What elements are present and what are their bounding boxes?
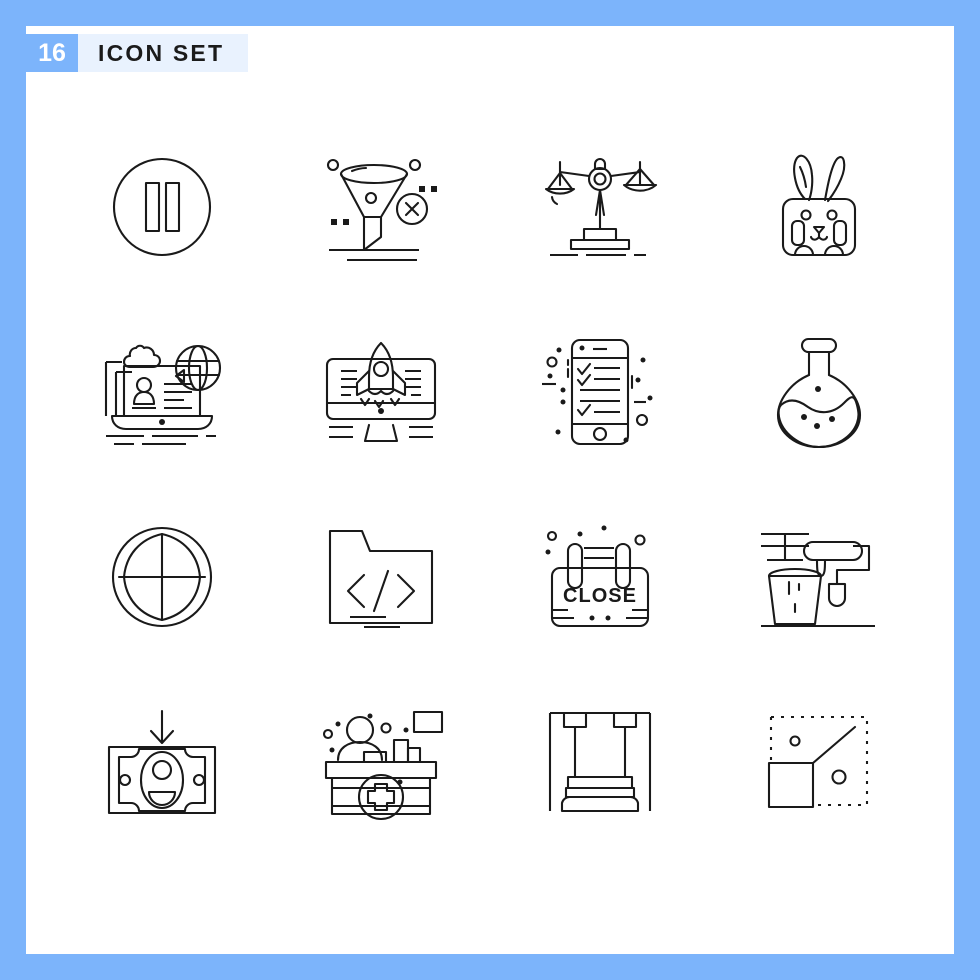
rabbit-icon (781, 154, 856, 256)
icon-cell-online-learning[interactable] (52, 299, 271, 484)
scale-resize-icon (767, 715, 868, 808)
icon-cell-code-folder[interactable] (271, 484, 490, 669)
globe-grid-icon (111, 526, 212, 627)
icon-cell-rabbit[interactable] (709, 114, 928, 299)
icon-cell-funnel-remove[interactable] (271, 114, 490, 299)
funnel-remove-icon (326, 158, 437, 261)
pause-circle-icon (112, 157, 211, 256)
svg-text:CLOSE: CLOSE (563, 585, 637, 607)
icon-cell-rocket-monitor[interactable] (271, 299, 490, 484)
icon-cell-press-machine[interactable] (490, 669, 709, 854)
icon-cell-mobile-checklist[interactable] (490, 299, 709, 484)
icon-set-poster: 16 ICON SET CLOSE (0, 0, 980, 980)
close-sign-icon: CLOSE (545, 525, 649, 627)
mobile-checklist-icon (541, 338, 652, 445)
rocket-monitor-icon (325, 341, 436, 442)
icon-cell-close-sign[interactable]: CLOSE (490, 484, 709, 669)
icon-cell-globe-grid[interactable] (52, 484, 271, 669)
paint-roller-icon (760, 532, 875, 627)
icon-grid: CLOSE (52, 114, 928, 854)
online-learning-icon (104, 344, 221, 445)
poster-canvas: 16 ICON SET CLOSE (26, 26, 954, 954)
press-machine-icon (548, 711, 651, 812)
icon-cell-reception-desk[interactable] (271, 669, 490, 854)
icon-cell-money-deposit[interactable] (52, 669, 271, 854)
icon-cell-justice-scales[interactable] (490, 114, 709, 299)
icon-cell-flask[interactable] (709, 299, 928, 484)
page-title: ICON SET (78, 34, 249, 72)
justice-scales-icon (544, 157, 657, 256)
flask-icon (776, 337, 861, 448)
icon-cell-pause-circle[interactable] (52, 114, 271, 299)
poster-header: 16 ICON SET (26, 34, 249, 72)
money-deposit-icon (107, 709, 216, 814)
code-folder-icon (328, 529, 433, 628)
icon-cell-scale-resize[interactable] (709, 669, 928, 854)
icon-cell-paint-roller[interactable] (709, 484, 928, 669)
icon-count-badge: 16 (26, 34, 78, 72)
reception-desk-icon (322, 710, 443, 820)
